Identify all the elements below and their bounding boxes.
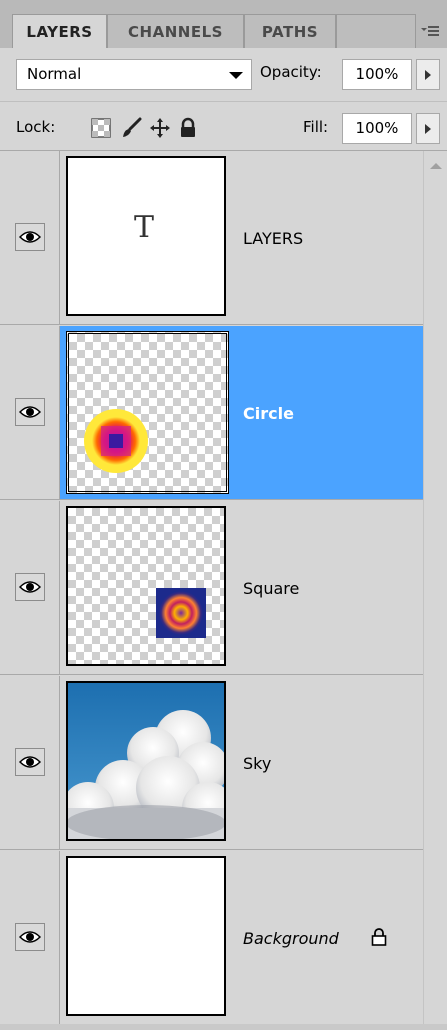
eye-icon[interactable]: [15, 573, 45, 601]
scroll-up-icon[interactable]: [430, 163, 442, 169]
layer-row-circle[interactable]: Circle: [0, 326, 423, 500]
opacity-field[interactable]: 100%: [342, 59, 412, 90]
eye-icon[interactable]: [15, 223, 45, 251]
fill-label: Fill:: [303, 118, 329, 136]
visibility-cell: [0, 851, 60, 1024]
circle-gradient-graphic: [84, 409, 148, 473]
layer-thumbnail: T: [66, 156, 226, 316]
layer-thumbnail: [66, 331, 229, 494]
layers-scrollbar[interactable]: [423, 151, 447, 1024]
panel-menu-icon[interactable]: [419, 20, 441, 42]
lock-label: Lock:: [16, 118, 56, 136]
tab-layers[interactable]: LAYERS: [12, 14, 107, 49]
lock-icon: [370, 927, 388, 947]
layer-name[interactable]: Square: [243, 579, 299, 598]
layer-row-sky[interactable]: Sky: [0, 676, 423, 850]
tab-paths[interactable]: PATHS: [244, 14, 336, 48]
layer-name[interactable]: Circle: [243, 404, 294, 423]
lock-all-icon[interactable]: [176, 116, 200, 140]
layer-name[interactable]: LAYERS: [243, 229, 303, 248]
layer-row-square[interactable]: Square: [0, 501, 423, 675]
tab-spacer: [336, 14, 416, 48]
visibility-cell: [0, 501, 60, 674]
eye-icon[interactable]: [15, 923, 45, 951]
visibility-cell: [0, 151, 60, 324]
blend-mode-dropdown[interactable]: Normal: [16, 59, 252, 90]
lock-position-icon[interactable]: [148, 116, 172, 140]
visibility-cell: [0, 326, 60, 499]
lock-image-pixels-icon[interactable]: [119, 116, 143, 140]
layer-name[interactable]: Background: [243, 929, 339, 948]
layer-row-background[interactable]: Background: [0, 851, 423, 1025]
panel-tab-bar: LAYERS CHANNELS PATHS: [0, 0, 447, 49]
layer-name[interactable]: Sky: [243, 754, 271, 773]
layer-thumbnail: [66, 856, 226, 1016]
layer-thumbnail: [66, 681, 226, 841]
eye-icon[interactable]: [15, 748, 45, 776]
chevron-down-icon: [229, 72, 243, 79]
panel-footer-strip: [0, 1024, 447, 1030]
sky-clouds-graphic: [68, 683, 224, 839]
layers-list: T LAYERS Circle Square Sky Background: [0, 151, 423, 1025]
eye-icon[interactable]: [15, 398, 45, 426]
layer-row-type[interactable]: T LAYERS: [0, 151, 423, 325]
lock-transparent-pixels-icon[interactable]: [89, 116, 113, 140]
blend-mode-value: Normal: [27, 65, 82, 83]
visibility-cell: [0, 676, 60, 849]
opacity-slider-button[interactable]: [416, 59, 440, 90]
fill-field[interactable]: 100%: [342, 113, 412, 144]
square-gradient-graphic: [156, 588, 206, 638]
type-layer-icon: T: [134, 210, 155, 245]
lock-fill-row: Lock: Fill: 100%: [0, 103, 447, 151]
blend-opacity-row: Normal Opacity: 100%: [0, 48, 447, 102]
fill-slider-button[interactable]: [416, 113, 440, 144]
tab-channels[interactable]: CHANNELS: [107, 14, 244, 48]
opacity-label: Opacity:: [260, 63, 322, 81]
layer-thumbnail: [66, 506, 226, 666]
